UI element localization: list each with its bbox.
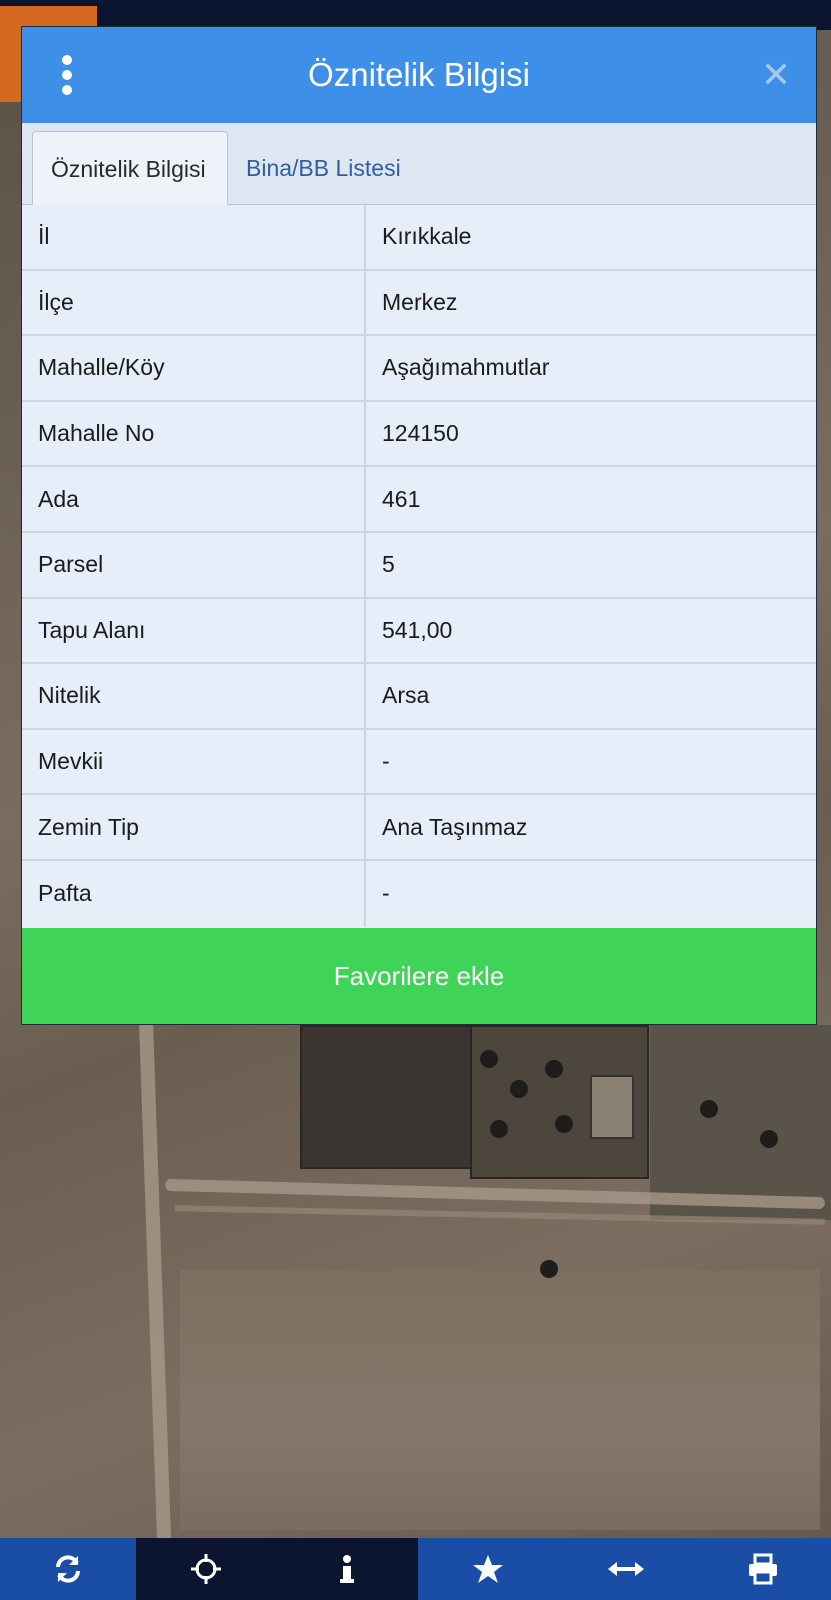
row-value: 541,00 — [382, 616, 453, 643]
row-value: Arsa — [382, 682, 430, 709]
row-value: 461 — [382, 485, 421, 512]
table-row: İl Kırıkkale — [22, 205, 816, 271]
table-row: Mahalle/Köy Aşağımahmutlar — [22, 336, 816, 402]
table-row: Tapu Alanı 541,00 — [22, 598, 816, 665]
table-row: Nitelik Arsa — [22, 664, 816, 730]
dialog-header: Öznitelik Bilgisi ✕ — [22, 27, 816, 123]
table-row: Pafta - — [22, 860, 816, 927]
add-to-favorites-button[interactable]: Favorilere ekle — [22, 928, 816, 1024]
row-value: Ana Taşınmaz — [382, 813, 528, 840]
map-tree — [760, 1130, 778, 1148]
map-road — [138, 1020, 172, 1540]
bottom-toolbar — [0, 1538, 831, 1600]
row-key: Mevkii — [22, 729, 366, 794]
row-value: - — [382, 880, 390, 907]
map-tree — [540, 1260, 558, 1278]
dialog-title: Öznitelik Bilgisi — [308, 56, 530, 93]
dialog-tabs: Öznitelik Bilgisi Bina/BB Listesi — [22, 123, 816, 205]
info-icon — [340, 1555, 354, 1583]
print-button[interactable] — [695, 1538, 831, 1600]
close-icon[interactable]: ✕ — [758, 57, 794, 93]
table-row: Parsel 5 — [22, 532, 816, 599]
locate-icon — [191, 1554, 221, 1584]
tab-building-list[interactable]: Bina/BB Listesi — [228, 131, 419, 205]
row-key: Nitelik — [22, 664, 366, 728]
measure-button[interactable] — [557, 1538, 695, 1600]
tab-attribute-info[interactable]: Öznitelik Bilgisi — [32, 131, 228, 205]
map-tree — [555, 1115, 573, 1133]
row-value: 124150 — [382, 420, 459, 447]
row-key: Ada — [22, 467, 366, 531]
row-key: İl — [22, 205, 366, 269]
map-building — [590, 1075, 634, 1139]
attribute-info-dialog: Öznitelik Bilgisi ✕ Öznitelik Bilgisi Bi… — [21, 26, 817, 1025]
map-tree — [490, 1120, 508, 1138]
table-row: Zemin Tip Ana Taşınmaz — [22, 795, 816, 861]
row-value: Aşağımahmutlar — [382, 354, 550, 381]
map-parcel — [300, 1025, 474, 1169]
row-key: Mahalle/Köy — [22, 336, 366, 400]
row-key: Pafta — [22, 860, 366, 927]
map-field — [180, 1270, 820, 1530]
map-tree — [480, 1050, 498, 1068]
locate-button[interactable] — [136, 1538, 276, 1600]
map-tree — [700, 1100, 718, 1118]
row-value: Merkez — [382, 288, 458, 315]
measure-icon — [608, 1562, 644, 1576]
row-value: - — [382, 748, 390, 775]
table-row: Mahalle No 124150 — [22, 401, 816, 468]
refresh-button[interactable] — [0, 1538, 136, 1600]
row-key: Zemin Tip — [22, 795, 366, 859]
table-row: Ada 461 — [22, 467, 816, 533]
map-tree — [510, 1080, 528, 1098]
row-value: Kırıkkale — [382, 223, 472, 250]
print-icon — [749, 1553, 777, 1585]
row-key: İlçe — [22, 270, 366, 335]
table-row: İlçe Merkez — [22, 270, 816, 337]
attribute-table: İl Kırıkkale İlçe Merkez Mahalle/Köy Aşa… — [22, 205, 816, 927]
row-key: Parsel — [22, 532, 366, 597]
table-row: Mevkii - — [22, 729, 816, 796]
refresh-icon — [56, 1555, 80, 1583]
map-tree — [545, 1060, 563, 1078]
favorites-button[interactable] — [418, 1538, 557, 1600]
map-parcel — [650, 1025, 831, 1220]
row-key: Mahalle No — [22, 401, 366, 466]
star-icon — [472, 1555, 503, 1583]
row-value: 5 — [382, 551, 395, 578]
info-button[interactable] — [276, 1538, 418, 1600]
row-key: Tapu Alanı — [22, 598, 366, 663]
